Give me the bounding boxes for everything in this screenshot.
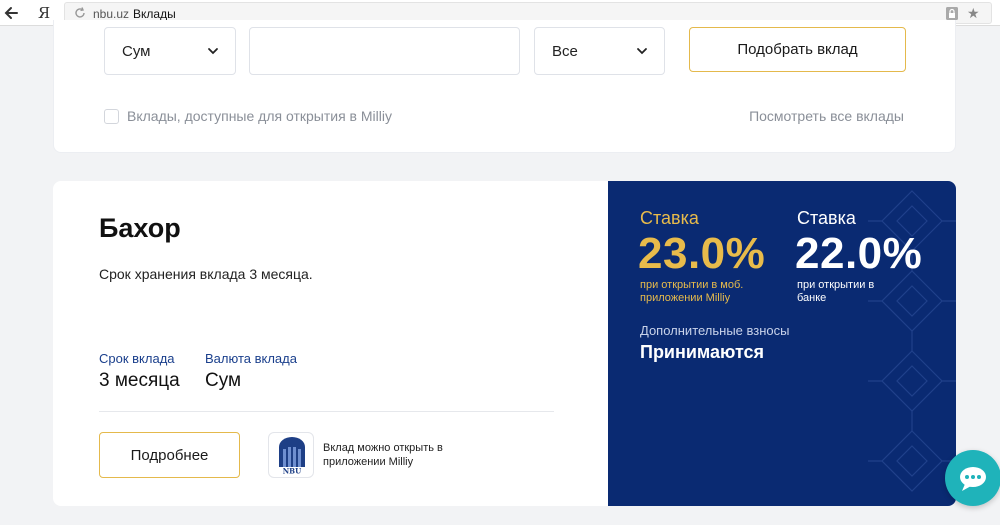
currency-select[interactable]: Сум bbox=[104, 27, 236, 75]
reload-icon[interactable] bbox=[73, 6, 87, 20]
divider bbox=[99, 411, 554, 412]
deposit-title: Бахор bbox=[99, 213, 181, 243]
deposit-card: Бахор Срок хранения вклада 3 месяца. Сро… bbox=[53, 181, 956, 506]
milliy-checkbox-label[interactable]: Вклады, доступные для открытия в Milliy bbox=[127, 108, 392, 124]
bank-rate-note: при открытии в банке bbox=[797, 279, 875, 304]
amount-input[interactable] bbox=[249, 27, 520, 75]
milliy-note: Вклад можно открыть в приложении Milliy bbox=[323, 442, 443, 468]
deposit-description: Срок хранения вклада 3 месяца. bbox=[99, 266, 313, 282]
bank-rate-label: Ставка bbox=[797, 208, 856, 228]
address-page-title: Вклады bbox=[133, 7, 176, 21]
yandex-logo[interactable]: Я bbox=[38, 4, 50, 22]
chevron-down-icon bbox=[208, 48, 218, 55]
chat-icon bbox=[960, 467, 986, 491]
back-arrow-icon[interactable] bbox=[2, 3, 22, 23]
extra-deposits-value: Принимаются bbox=[640, 342, 765, 362]
chevron-down-icon bbox=[637, 48, 647, 55]
currency-label: Валюта вклада bbox=[205, 351, 297, 366]
app-rate-value: 23.0% bbox=[638, 229, 766, 278]
deposit-type-select-value: Все bbox=[552, 43, 578, 60]
details-button[interactable]: Подробнее bbox=[99, 432, 240, 478]
currency-value: Сум bbox=[205, 370, 242, 391]
milliy-checkbox[interactable] bbox=[104, 109, 119, 124]
address-domain: nbu.uz bbox=[93, 7, 130, 21]
see-all-deposits-link[interactable]: Посмотреть все вклады bbox=[749, 108, 904, 124]
app-rate-note: при открытии в моб. приложении Milliy bbox=[640, 279, 744, 304]
lock-icon[interactable] bbox=[945, 6, 959, 21]
deposit-filter-panel: Сум Все Подобрать вклад Вклады, доступны… bbox=[53, 20, 956, 153]
nbu-logo-icon: NBU bbox=[268, 432, 314, 478]
nbu-logo-text: NBU bbox=[283, 467, 301, 476]
bank-rate-value: 22.0% bbox=[795, 229, 923, 278]
extra-deposits-label: Дополнительные взносы bbox=[640, 323, 790, 338]
rate-panel: Ставка 23.0% при открытии в моб. приложе… bbox=[608, 181, 956, 506]
pick-deposit-button[interactable]: Подобрать вклад bbox=[689, 27, 906, 72]
deposit-type-select[interactable]: Все bbox=[534, 27, 665, 75]
currency-select-value: Сум bbox=[122, 43, 151, 60]
term-value: 3 месяца bbox=[99, 370, 180, 391]
star-icon[interactable]: ★ bbox=[967, 5, 980, 22]
app-rate-label: Ставка bbox=[640, 208, 699, 228]
chat-button[interactable] bbox=[945, 450, 1000, 506]
term-label: Срок вклада bbox=[99, 351, 175, 366]
